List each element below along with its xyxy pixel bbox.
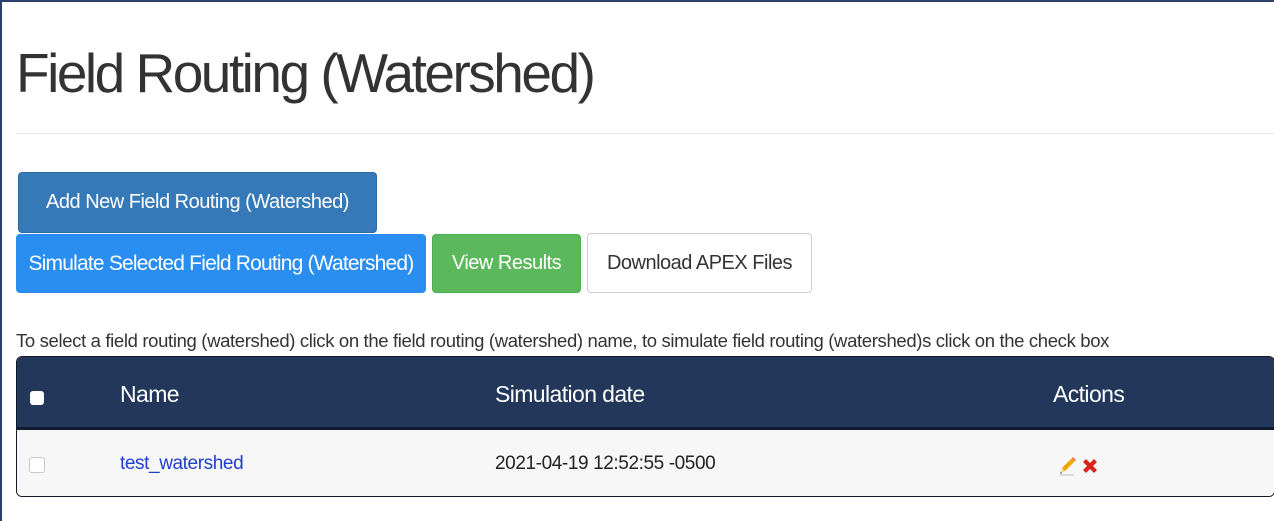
- column-header-simulation-date: Simulation date: [495, 381, 645, 407]
- column-header-actions: Actions: [1053, 381, 1125, 407]
- page-frame: Field Routing (Watershed) Add New Field …: [0, 0, 1274, 521]
- pencil-edit-icon[interactable]: [1056, 455, 1078, 477]
- title-divider: [16, 133, 1274, 134]
- table-row: test_watershed 2021-04-19 12:52:55 -0500: [17, 430, 1274, 496]
- add-new-field-routing-button[interactable]: Add New Field Routing (Watershed): [18, 172, 377, 233]
- delete-x-icon[interactable]: [1079, 455, 1101, 477]
- field-routing-table: Name Simulation date Actions test_waters…: [16, 356, 1274, 497]
- column-header-name: Name: [120, 381, 180, 407]
- simulation-date-cell: 2021-04-19 12:52:55 -0500: [495, 453, 716, 474]
- select-all-checkbox[interactable]: [30, 391, 44, 405]
- download-apex-files-button[interactable]: Download APEX Files: [587, 233, 812, 293]
- simulate-selected-button[interactable]: Simulate Selected Field Routing (Watersh…: [16, 234, 426, 293]
- instructions-text: To select a field routing (watershed) cl…: [16, 330, 1110, 351]
- row-select-checkbox[interactable]: [29, 457, 45, 473]
- page-title: Field Routing (Watershed): [16, 42, 596, 104]
- routing-name-link[interactable]: test_watershed: [120, 453, 244, 475]
- table-header: Name Simulation date Actions: [17, 357, 1274, 430]
- view-results-button[interactable]: View Results: [432, 234, 581, 293]
